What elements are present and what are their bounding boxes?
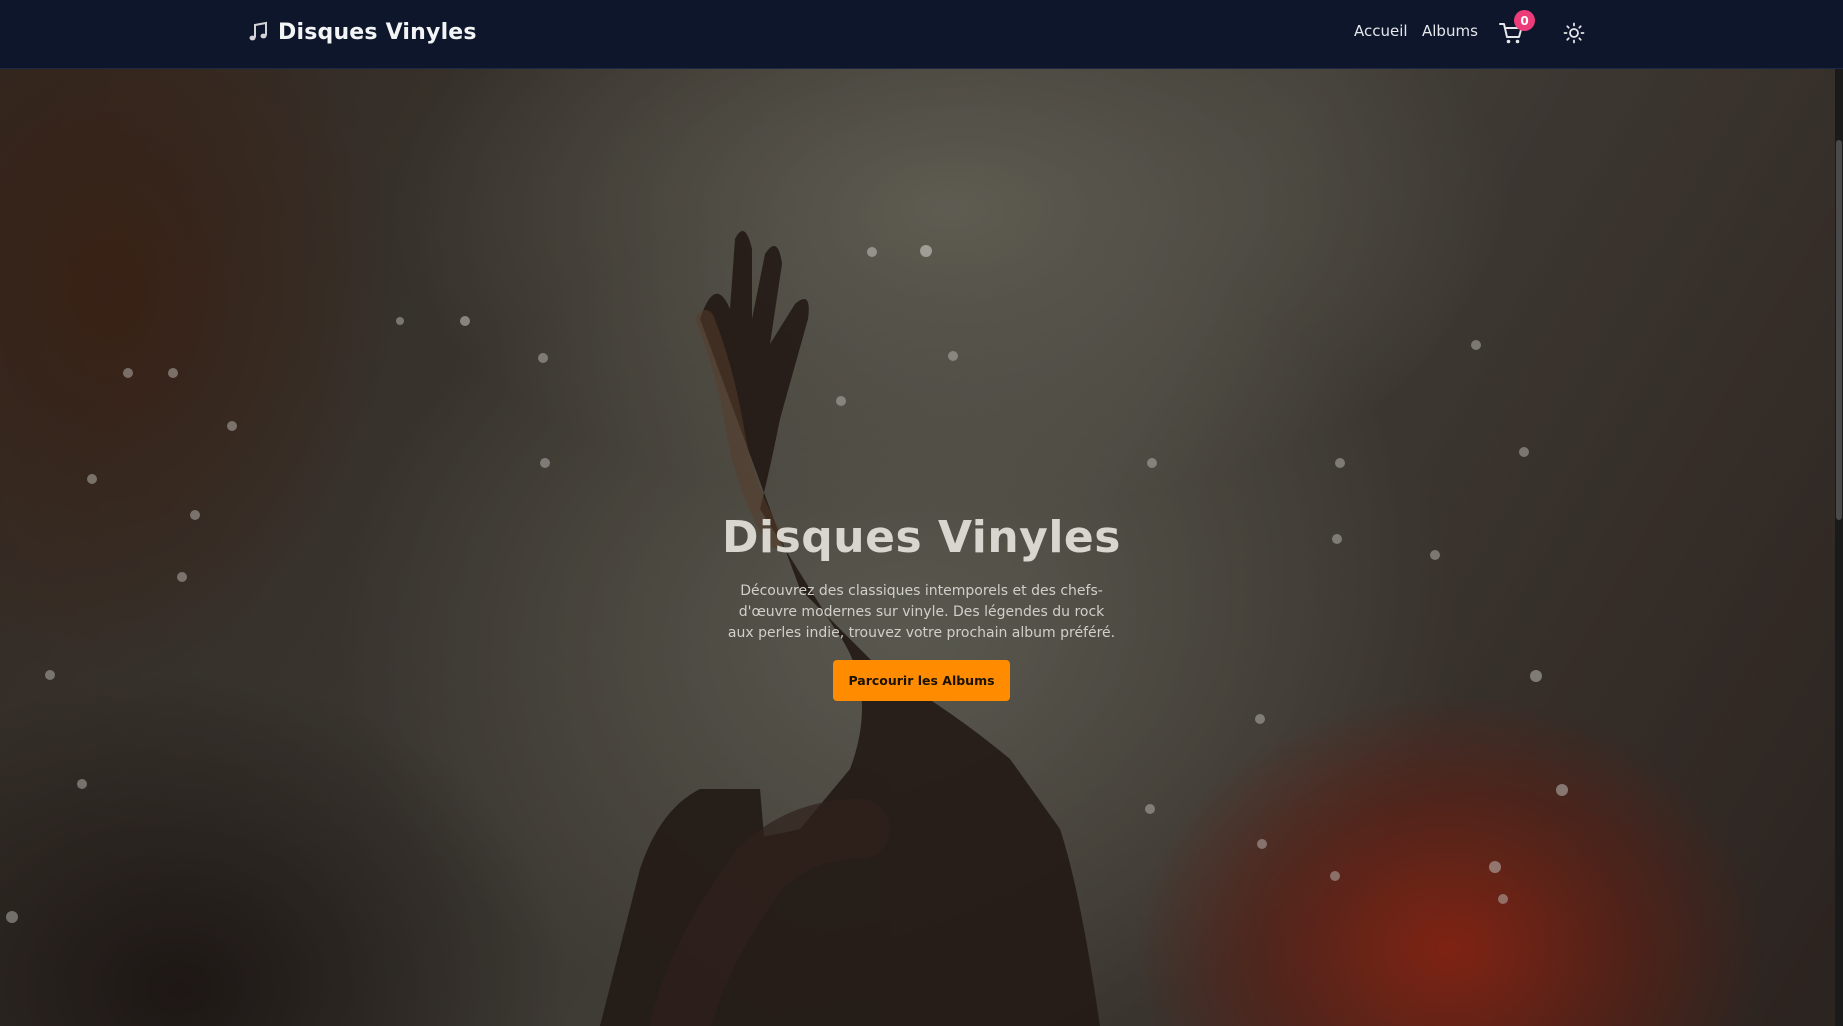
top-navbar: Disques Vinyles Accueil Albums 0 [0, 0, 1843, 69]
sun-icon [1563, 22, 1585, 44]
hero-section: Disques Vinyles Découvrez des classiques… [0, 69, 1843, 1026]
brand-logo[interactable]: Disques Vinyles [244, 18, 477, 46]
cart-count-badge: 0 [1514, 10, 1535, 31]
browse-albums-button[interactable]: Parcourir les Albums [833, 660, 1010, 701]
music-note-icon [244, 18, 272, 46]
theme-toggle-button[interactable] [1562, 21, 1586, 45]
hero-title: Disques Vinyles [722, 512, 1121, 563]
brand-name: Disques Vinyles [278, 19, 477, 45]
nav-link-albums[interactable]: Albums [1422, 22, 1478, 40]
hero-content: Disques Vinyles Découvrez des classiques… [0, 512, 1843, 701]
page-scrollbar[interactable] [1835, 69, 1843, 1026]
hero-description: Découvrez des classiques intemporels et … [727, 583, 1116, 641]
nav-link-accueil[interactable]: Accueil [1354, 22, 1408, 40]
scrollbar-thumb[interactable] [1836, 140, 1842, 520]
